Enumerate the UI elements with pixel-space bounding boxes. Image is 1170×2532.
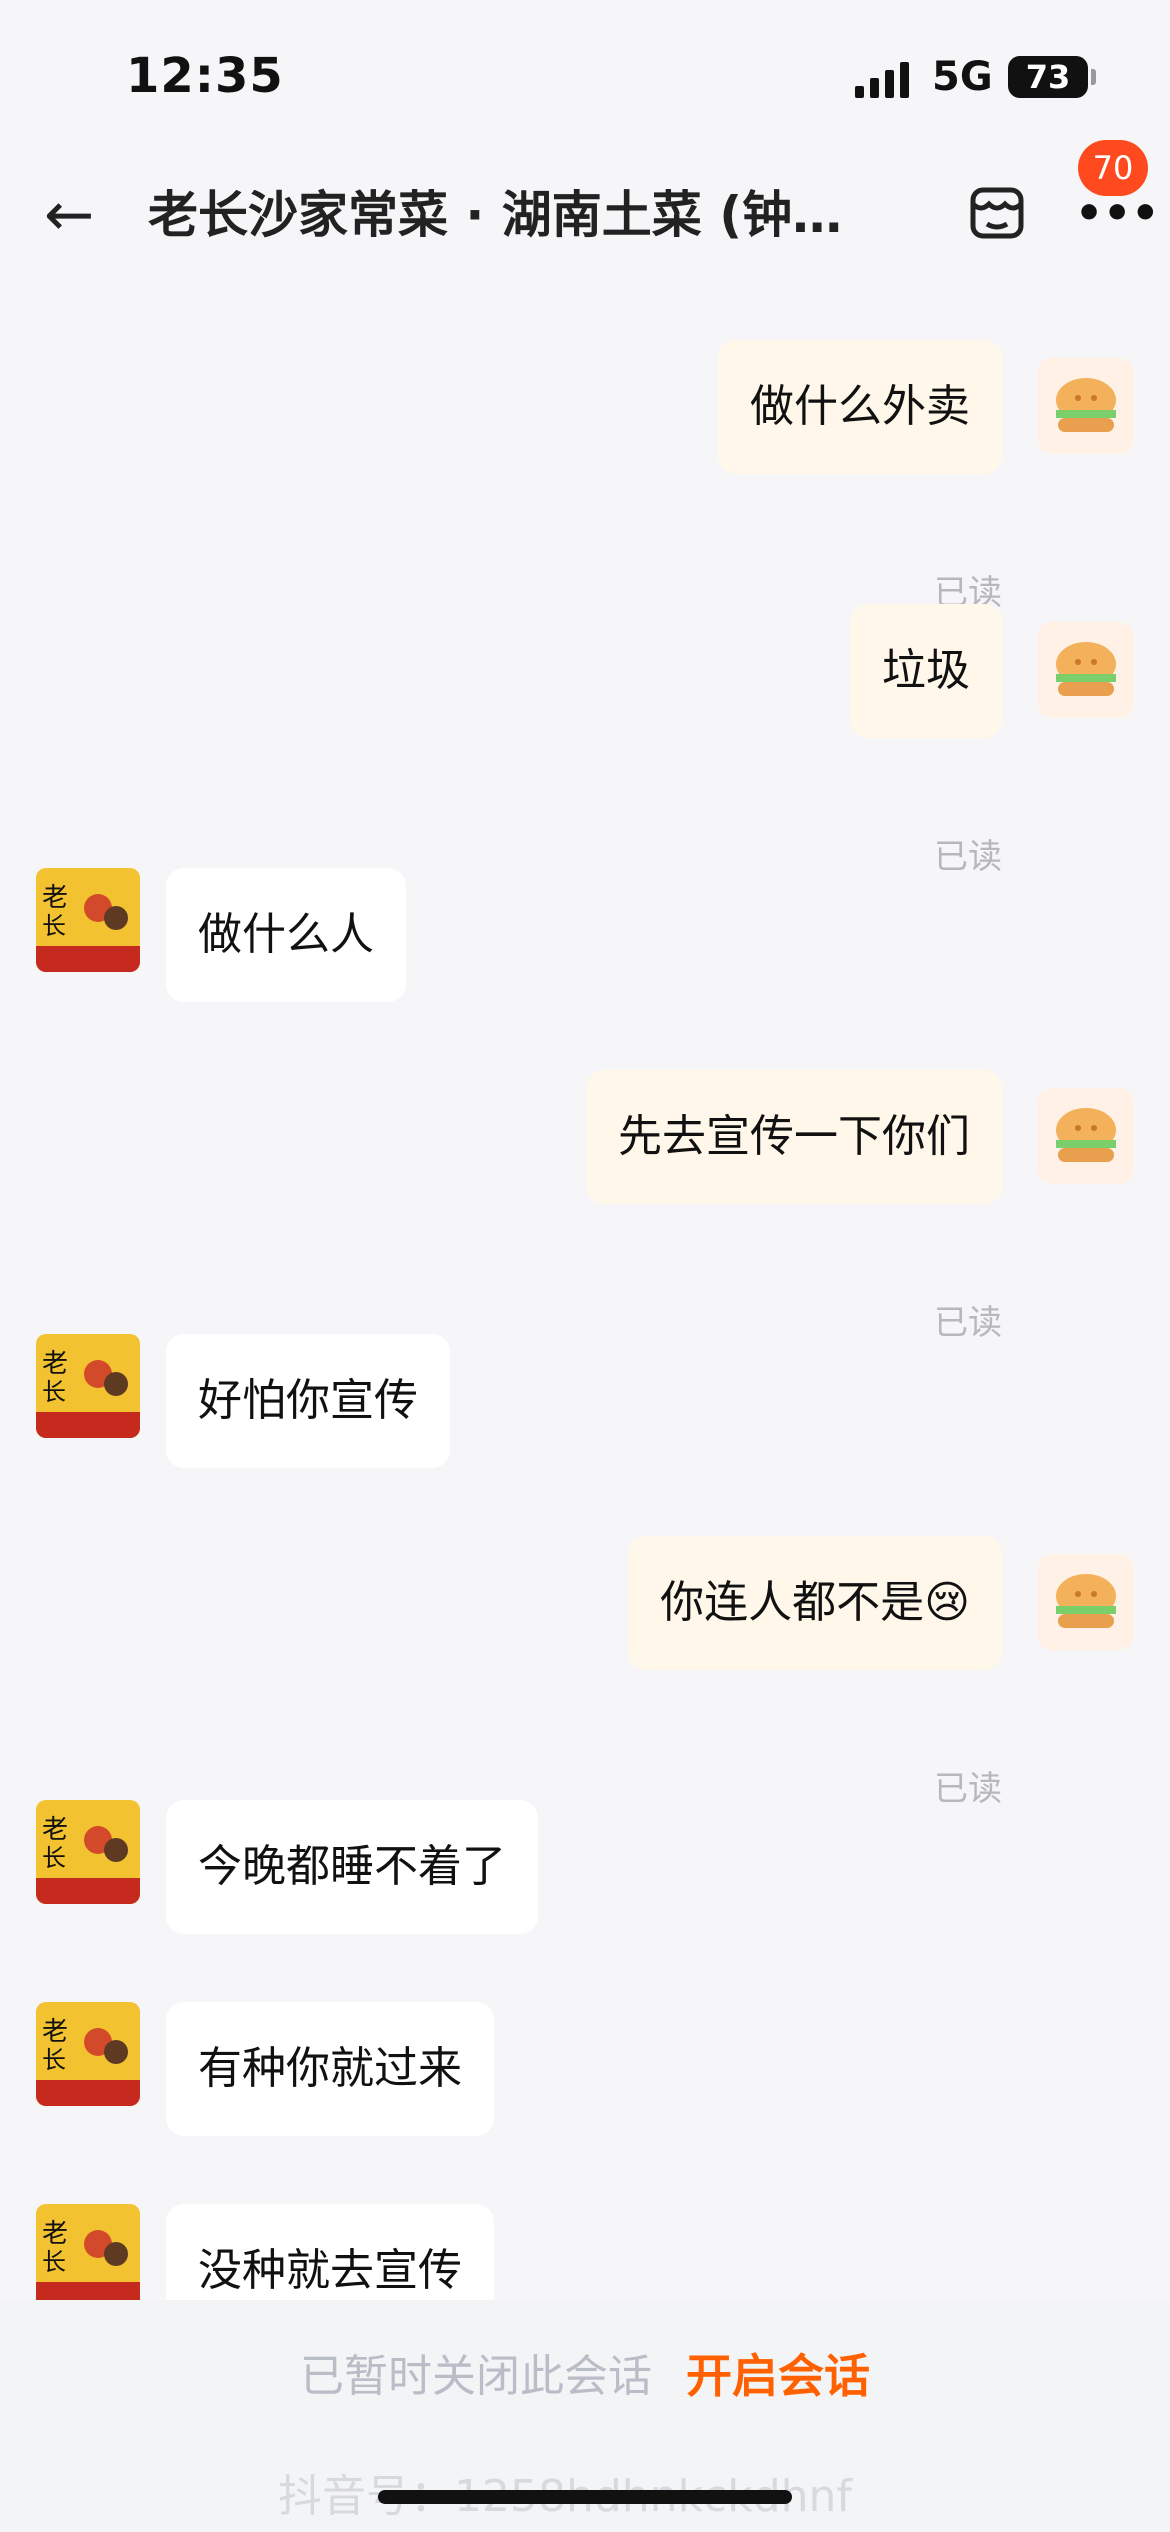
message-bubble-self[interactable]: 做什么外卖 bbox=[718, 340, 1002, 474]
burger-avatar-icon[interactable] bbox=[1038, 1554, 1134, 1650]
svg-text:长: 长 bbox=[42, 2046, 66, 2074]
message-bubble-other[interactable]: 有种你就过来 bbox=[166, 2002, 494, 2136]
svg-text:老: 老 bbox=[42, 1349, 68, 1379]
signal-icon bbox=[855, 58, 915, 98]
svg-text:老: 老 bbox=[42, 2017, 68, 2047]
restaurant-logo-avatar[interactable]: 老长 bbox=[36, 1800, 140, 1904]
svg-text:老: 老 bbox=[42, 883, 68, 913]
svg-text:长: 长 bbox=[42, 1378, 66, 1406]
restaurant-logo-avatar[interactable]: 老长 bbox=[36, 868, 140, 972]
burger-avatar-icon[interactable] bbox=[1038, 1088, 1134, 1184]
open-chat-button[interactable]: 开启会话 bbox=[686, 2340, 870, 2406]
message-bubble-other[interactable]: 今晚都睡不着了 bbox=[166, 1800, 538, 1934]
svg-text:长: 长 bbox=[42, 912, 66, 940]
chat-area[interactable]: 做什么外卖 已读 垃圾 已读 老长 做什么人 先去宣传一下你们 已读 老长 好怕… bbox=[0, 270, 1170, 2300]
burger-avatar-icon[interactable] bbox=[1038, 358, 1134, 454]
status-time: 12:35 bbox=[126, 48, 284, 104]
svg-text:老: 老 bbox=[42, 1815, 68, 1845]
message-bubble-other[interactable]: 好怕你宣传 bbox=[166, 1334, 450, 1468]
unread-badge: 70 bbox=[1078, 140, 1148, 196]
network-type: 5G bbox=[932, 54, 993, 100]
message-bubble-other[interactable]: 做什么人 bbox=[166, 868, 406, 1002]
restaurant-logo-avatar[interactable]: 老长 bbox=[36, 2002, 140, 2106]
message-bubble-self[interactable]: 垃圾 bbox=[850, 604, 1002, 738]
chat-header: ← 老长沙家常菜 · 湖南土菜 (钟… ••• bbox=[0, 150, 1170, 270]
restaurant-logo-avatar[interactable]: 老长 bbox=[36, 2204, 140, 2300]
read-status: 已读 bbox=[934, 837, 1002, 877]
svg-text:老: 老 bbox=[42, 2219, 68, 2249]
svg-text:长: 长 bbox=[42, 1844, 66, 1872]
store-icon[interactable] bbox=[965, 180, 1029, 244]
home-indicator[interactable] bbox=[378, 2490, 792, 2504]
message-bubble-self[interactable]: 你连人都不是😢 bbox=[628, 1536, 1002, 1670]
chat-title: 老长沙家常菜 · 湖南土菜 (钟… bbox=[148, 186, 843, 244]
message-bubble-other[interactable]: 没种就去宣传 bbox=[166, 2204, 494, 2300]
back-arrow-icon[interactable]: ← bbox=[44, 180, 114, 250]
closed-notice: 已暂时关闭此会话 bbox=[300, 2351, 652, 2402]
burger-avatar-icon[interactable] bbox=[1038, 622, 1134, 718]
status-bar: 12:35 5G 73 bbox=[0, 0, 1170, 150]
read-status: 已读 bbox=[934, 1303, 1002, 1343]
svg-text:长: 长 bbox=[42, 2248, 66, 2276]
restaurant-logo-avatar[interactable]: 老长 bbox=[36, 1334, 140, 1438]
read-status: 已读 bbox=[934, 1769, 1002, 1809]
battery-indicator: 73 bbox=[1008, 56, 1096, 98]
message-bubble-self[interactable]: 先去宣传一下你们 bbox=[586, 1070, 1002, 1204]
more-icon[interactable]: ••• bbox=[1075, 192, 1159, 236]
